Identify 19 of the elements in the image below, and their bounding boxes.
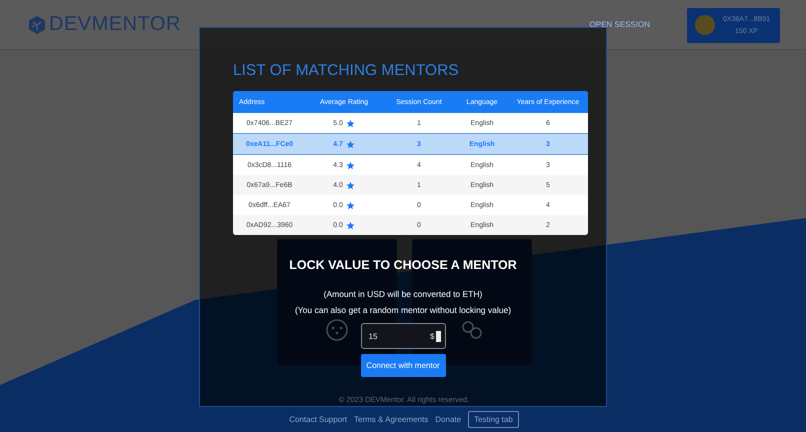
star-icon [346, 180, 355, 190]
star-icon [346, 140, 355, 148]
cube-logo-icon [27, 14, 47, 34]
star-icon [346, 220, 355, 230]
footer-link[interactable]: Donate [435, 412, 462, 427]
open-session-link[interactable]: OPEN SESSION [590, 20, 650, 29]
lock-title: LOCK VALUE TO CHOOSE A MENTOR [289, 258, 517, 272]
note-text: (You can also get a random mentor without locking value) [294, 305, 512, 315]
testing-tab-button[interactable]: Testing tab [468, 411, 519, 428]
amount-field[interactable]: 15 $ [360, 323, 446, 349]
footer-link[interactable]: Terms & Agreements [354, 412, 428, 427]
connect-button[interactable]: Connect with mentor [360, 354, 446, 377]
star-icon [346, 200, 355, 210]
star-icon [346, 160, 355, 170]
dialog-title: LIST OF MATCHING MENTORS [233, 62, 460, 80]
avatar-icon [695, 15, 715, 35]
note-text: (Amount in USD will be converted to ETH) [324, 289, 482, 299]
star-icon [346, 118, 355, 128]
footer-link[interactable]: Contact Support [289, 412, 348, 427]
